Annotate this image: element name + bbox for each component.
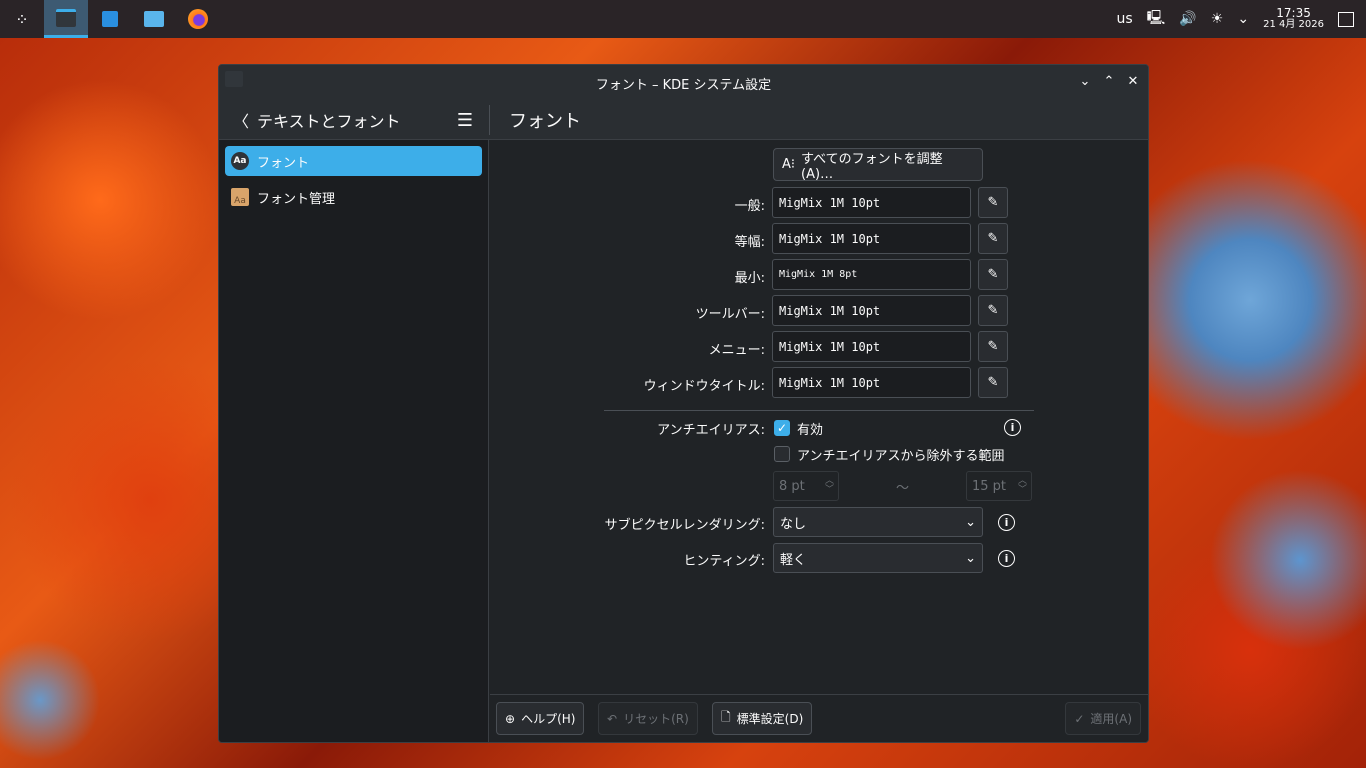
sidebar-item-font-management[interactable]: Aa フォント管理: [225, 182, 482, 212]
help-label: ヘルプ(H): [521, 712, 576, 726]
apply-label: 適用(A): [1090, 712, 1132, 726]
edit-window-title-font-button[interactable]: ✎: [978, 367, 1008, 398]
section-divider: [604, 410, 1034, 411]
spin-arrows-icon: ︿ ﹀: [1017, 476, 1027, 495]
sidebar-item-label: フォント管理: [257, 191, 336, 207]
edit-fixed-font-button[interactable]: ✎: [978, 223, 1008, 254]
spin-arrows-icon: ︿ ﹀: [824, 476, 834, 495]
subpixel-label: サブピクセルレンダリング:: [604, 518, 765, 533]
app-icon: [225, 71, 243, 87]
hamburger-menu-icon[interactable]: ☰: [457, 110, 473, 131]
reset-label: リセット(R): [623, 712, 689, 726]
exclude-from-spinbox[interactable]: 8 pt ︿ ﹀: [773, 471, 839, 501]
toolbar-font-label: ツールバー:: [695, 307, 765, 322]
info-icon[interactable]: i: [1004, 419, 1021, 436]
minimize-icon[interactable]: ⌄: [1076, 71, 1094, 91]
menu-font-field[interactable]: MigMix 1M 10pt: [772, 331, 971, 362]
settings-window: フォント – KDE システム設定 ⌄ ⌃ ✕ 〈 テキストとフォント ☰ フォント…: [218, 64, 1149, 743]
edit-menu-font-button[interactable]: ✎: [978, 331, 1008, 362]
sidebar: Aa フォント Aa フォント管理: [219, 140, 489, 742]
back-button[interactable]: 〈: [233, 108, 249, 132]
document-revert-icon: 🗋: [721, 710, 731, 724]
clock[interactable]: 17:35 21 4月 2026: [1263, 7, 1324, 31]
antialias-enabled-label: 有効: [797, 423, 824, 438]
keyboard-layout[interactable]: us: [1117, 11, 1133, 27]
sidebar-item-fonts[interactable]: Aa フォント: [225, 146, 482, 176]
file-manager-icon[interactable]: [132, 0, 176, 38]
fixed-font-label: 等幅:: [734, 235, 765, 250]
clock-date: 21 4月 2026: [1263, 19, 1324, 30]
chevron-down-icon: ⌄: [965, 550, 976, 566]
small-font-field[interactable]: MigMix 1M 8pt: [772, 259, 971, 290]
window-title: フォント – KDE システム設定: [595, 77, 772, 93]
small-font-label: 最小:: [734, 271, 765, 286]
font-package-icon: Aa: [231, 188, 249, 206]
font-icon: Aa: [231, 152, 249, 170]
help-icon: ⊕: [505, 711, 516, 726]
window-title-font-field[interactable]: MigMix 1M 10pt: [772, 367, 971, 398]
back-label: テキストとフォント: [257, 112, 401, 131]
font-settings: A⁝ すべてのフォントを調整(A)… 一般: MigMix 1M 10pt ✎ 等…: [490, 140, 1148, 694]
info-icon[interactable]: i: [998, 550, 1015, 567]
exclude-to-spinbox[interactable]: 15 pt ︿ ﹀: [966, 471, 1032, 501]
brightness-icon[interactable]: ☀: [1211, 11, 1224, 27]
chevron-down-icon[interactable]: ⌄: [1237, 11, 1249, 27]
chevron-down-icon: ⌄: [965, 514, 976, 530]
defaults-button[interactable]: 🗋 標準設定(D): [712, 702, 813, 735]
sidebar-item-label: フォント: [257, 155, 310, 171]
reset-button[interactable]: ↶ リセット(R): [598, 702, 698, 735]
edit-general-font-button[interactable]: ✎: [978, 187, 1008, 218]
subpixel-value: なし: [780, 516, 807, 532]
maximize-icon[interactable]: ⌃: [1100, 71, 1118, 91]
range-separator: 〜: [896, 481, 910, 496]
subpixel-select[interactable]: なし ⌄: [773, 507, 983, 537]
hinting-label: ヒンティング:: [683, 554, 765, 569]
network-icon[interactable]: 🖳: [1147, 7, 1166, 31]
clock-time: 17:35: [1276, 6, 1311, 20]
exclude-range-label[interactable]: アンチエイリアスから除外する範囲: [797, 445, 1004, 464]
edit-toolbar-font-button[interactable]: ✎: [978, 295, 1008, 326]
volume-icon[interactable]: 🔊: [1179, 11, 1196, 27]
toolbar-font-field[interactable]: MigMix 1M 10pt: [772, 295, 971, 326]
apply-button[interactable]: ✓ 適用(A): [1065, 702, 1141, 735]
firefox-icon[interactable]: [176, 0, 220, 38]
taskbar: ⁘ us 🖳 🔊 ☀ ⌄ 17:35 21 4月 2026: [0, 0, 1366, 38]
general-font-field[interactable]: MigMix 1M 10pt: [772, 187, 971, 218]
hinting-value: 軽く: [780, 552, 807, 568]
adjust-all-fonts-button[interactable]: A⁝ すべてのフォントを調整(A)…: [773, 148, 983, 182]
exclude-range-checkbox[interactable]: [774, 446, 790, 462]
info-icon[interactable]: i: [998, 514, 1015, 531]
undo-icon: ↶: [607, 711, 618, 726]
system-settings-icon[interactable]: [44, 0, 88, 38]
adjust-all-label: すべてのフォントを調整(A)…: [801, 151, 943, 182]
fixed-font-field[interactable]: MigMix 1M 10pt: [772, 223, 971, 254]
range-to-value: 15 pt: [972, 478, 1007, 494]
titlebar: フォント – KDE システム設定 ⌄ ⌃ ✕: [219, 65, 1148, 101]
window-title-font-label: ウィンドウタイトル:: [643, 379, 765, 394]
defaults-label: 標準設定(D): [736, 712, 804, 726]
antialias-label: アンチエイリアス:: [657, 423, 765, 438]
antialias-checkbox[interactable]: ✓: [774, 420, 790, 436]
footer: ⊕ ヘルプ(H) ↶ リセット(R) 🗋 標準設定(D) ✓ 適用(A): [490, 694, 1148, 742]
check-icon: ✓: [1074, 711, 1085, 726]
close-icon[interactable]: ✕: [1124, 71, 1142, 91]
show-desktop-icon[interactable]: [1338, 11, 1354, 27]
help-button[interactable]: ⊕ ヘルプ(H): [496, 702, 585, 735]
font-adjust-icon: A⁝: [782, 157, 796, 172]
range-from-value: 8 pt: [779, 478, 805, 494]
hinting-select[interactable]: 軽く ⌄: [773, 543, 983, 573]
launcher-icon[interactable]: ⁘: [0, 0, 44, 38]
menu-font-label: メニュー:: [708, 343, 765, 358]
general-font-label: 一般:: [734, 199, 765, 214]
discover-icon[interactable]: [88, 0, 132, 38]
edit-small-font-button[interactable]: ✎: [978, 259, 1008, 290]
page-title: フォント: [509, 111, 581, 132]
